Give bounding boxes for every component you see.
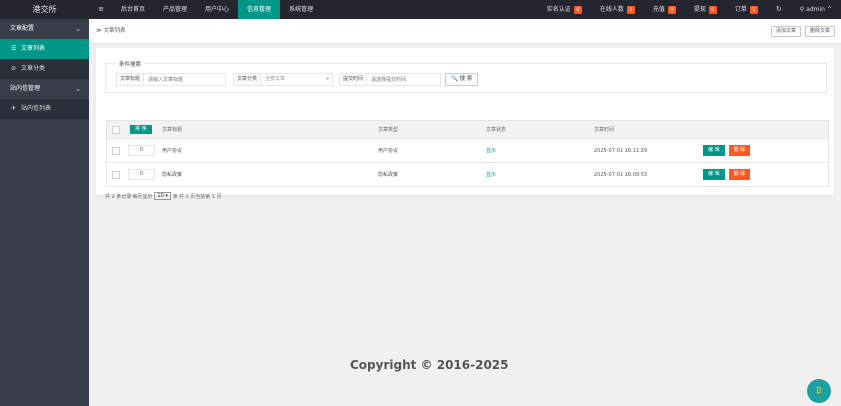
send-icon: ✈	[11, 105, 17, 112]
user-icon: ⚲	[799, 6, 805, 13]
sidebar-group-message-management[interactable]: 站内信管理 ⌄	[0, 79, 89, 99]
content-panel: 条件搜索 文章标题 文章分类 全部文章 ▾ 提交时间 🔍 搜 索 排 序 文章标…	[96, 48, 834, 200]
total-count: 共 2 条记录	[105, 193, 132, 200]
sort-button[interactable]: 排 序	[130, 125, 152, 134]
date-search-input[interactable]	[366, 73, 441, 86]
article-time: 2025-07-01 16:09:53	[594, 171, 648, 178]
online-users-link[interactable]: 在线人数 0	[591, 0, 644, 19]
nav-system[interactable]: 系统管理	[280, 0, 322, 19]
article-table: 排 序 文章标题 文章类型 文章状态 文章时间 0 用户协议 用户协议 显示 2…	[106, 120, 829, 187]
article-type: 隐私政策	[378, 172, 399, 178]
title-label: 文章标题	[116, 73, 145, 86]
recharge-badge: 0	[667, 5, 676, 14]
search-button[interactable]: 🔍 搜 索	[445, 73, 479, 86]
column-header-type: 文章类型	[378, 127, 399, 133]
row-checkbox[interactable]	[112, 146, 120, 155]
edit-button[interactable]: 编 辑	[703, 169, 725, 180]
table-header: 排 序 文章标题 文章类型 文章状态 文章时间	[106, 120, 829, 139]
search-icon: 🔍	[451, 76, 458, 82]
title-search-input[interactable]	[143, 73, 226, 86]
tag-icon: ⊘	[11, 65, 17, 72]
menu-toggle-icon[interactable]: ≡	[94, 0, 108, 19]
status-badge: 显示	[486, 148, 497, 154]
refresh-icon[interactable]: ↻	[767, 0, 791, 19]
realname-auth-link[interactable]: 实名认证 0	[538, 0, 591, 19]
delete-button[interactable]: 删 除	[728, 169, 751, 180]
bitcoin-icon[interactable]: ₿	[807, 379, 831, 403]
search-fieldset: 条件搜索 文章标题 文章分类 全部文章 ▾ 提交时间 🔍 搜 索	[105, 60, 827, 93]
app-logo: 港交所	[32, 5, 57, 14]
nav-home[interactable]: 后台首页	[112, 0, 154, 19]
list-icon: ☰	[11, 45, 17, 52]
realname-auth-badge: 0	[573, 5, 582, 14]
sidebar: 文章配置 ⌄ ☰ 文章列表 ⊘ 文章分类 站内信管理 ⌄ ✈ 站内信列表	[0, 19, 89, 406]
article-title: 隐私政策	[162, 172, 183, 178]
article-type: 用户协议	[378, 148, 399, 154]
top-actions: 添加文章 删除文章	[770, 26, 835, 37]
chevron-down-icon: ▾	[326, 76, 329, 82]
table-row: 0 隐私政策 隐私政策 显示 2025-07-01 16:09:53 编 辑 删…	[106, 163, 829, 187]
column-header-time: 文章时间	[594, 127, 615, 133]
main-content: ≫ 文章列表 添加文章 删除文章 条件搜索 文章标题 文章分类 全部文章 ▾ 提…	[89, 19, 841, 406]
chevron-down-icon: ⌄	[75, 85, 81, 93]
add-article-button[interactable]: 添加文章	[770, 26, 801, 37]
right-nav: 实名认证 0 在线人数 0 充值 0 提现 0 订单 1 ↻ ⚲ admin ^	[538, 0, 841, 19]
delete-article-button[interactable]: 删除文章	[804, 26, 835, 37]
nav-products[interactable]: 产品管理	[154, 0, 196, 19]
withdraw-badge: 0	[708, 5, 717, 14]
column-header-status: 文章状态	[486, 127, 507, 133]
main-nav: 后台首页 产品管理 用户中心 信息管理 系统管理	[112, 0, 322, 19]
nav-info-management[interactable]: 信息管理	[238, 0, 281, 19]
chevron-up-icon: ^	[826, 6, 832, 13]
per-page-select[interactable]: 10 ▾	[154, 192, 171, 200]
sidebar-item-message-list[interactable]: ✈ 站内信列表	[0, 99, 89, 119]
withdraw-link[interactable]: 提现 0	[685, 0, 726, 19]
copyright: Copyright © 2016-2025	[350, 358, 509, 372]
top-bar: 港交所 ≡ 后台首页 产品管理 用户中心 信息管理 系统管理 实名认证 0 在线人…	[0, 0, 841, 19]
chevron-down-icon: ⌄	[75, 25, 81, 33]
sidebar-item-article-category[interactable]: ⊘ 文章分类	[0, 59, 89, 79]
sidebar-group-article-config[interactable]: 文章配置 ⌄	[0, 19, 89, 39]
column-header-title: 文章标题	[162, 127, 183, 133]
user-menu[interactable]: ⚲ admin ^	[791, 0, 841, 19]
table-row: 0 用户协议 用户协议 显示 2025-07-01 16:11:29 编 辑 删…	[106, 139, 829, 163]
nav-users[interactable]: 用户中心	[196, 0, 238, 19]
edit-button[interactable]: 编 辑	[703, 145, 725, 156]
username: admin	[806, 6, 825, 13]
breadcrumb-bar: ≫ 文章列表 添加文章 删除文章	[89, 19, 841, 44]
sidebar-item-article-list[interactable]: ☰ 文章列表	[0, 39, 89, 59]
row-checkbox[interactable]	[112, 170, 120, 179]
select-all-checkbox[interactable]	[112, 125, 120, 134]
date-label: 提交时间	[339, 73, 368, 86]
page-info: 共 1 页当前第 1 页	[178, 193, 222, 200]
delete-button[interactable]: 删 除	[728, 145, 751, 156]
article-title: 用户协议	[162, 148, 183, 154]
category-label: 文章分类	[233, 73, 262, 86]
category-select[interactable]: 全部文章 ▾	[260, 73, 333, 86]
article-time: 2025-07-01 16:11:29	[594, 147, 648, 154]
order-input[interactable]: 0	[128, 169, 155, 180]
online-users-badge: 0	[626, 5, 635, 14]
orders-link[interactable]: 订单 1	[726, 0, 767, 19]
recharge-link[interactable]: 充值 0	[644, 0, 685, 19]
order-input[interactable]: 0	[128, 145, 155, 156]
breadcrumb: ≫ 文章列表	[96, 28, 126, 34]
search-legend: 条件搜索	[116, 60, 145, 68]
pagination: 共 2 条记录 每页显示 10 ▾ 条 共 1 页当前第 1 页	[105, 192, 222, 200]
status-badge: 显示	[486, 172, 497, 178]
orders-badge: 1	[749, 5, 758, 14]
